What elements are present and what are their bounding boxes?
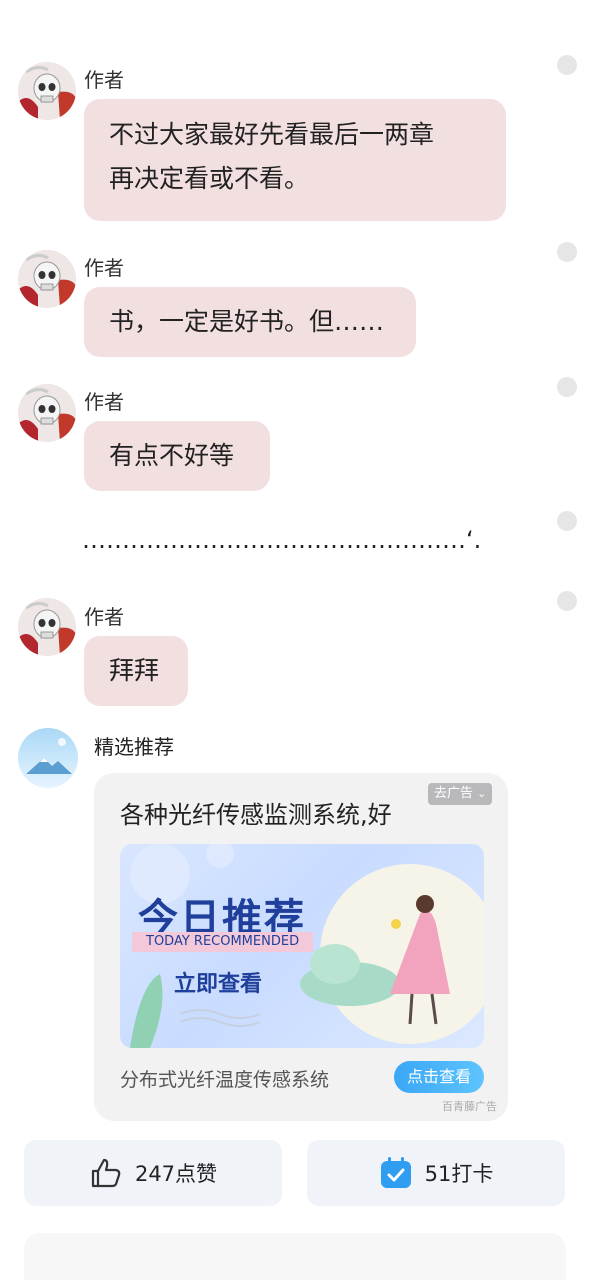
message-line: 再决定看或不看。 bbox=[109, 164, 310, 193]
chat-page: 作者 不过大家最好先看最后一两章 再决定看或不看。 作者 书，一定是好书。但…… bbox=[0, 0, 590, 1280]
ad-description: 分布式光纤温度传感系统 bbox=[120, 1069, 330, 1091]
author-avatar[interactable] bbox=[18, 250, 76, 308]
thumbs-up-icon bbox=[91, 1158, 121, 1188]
banner-subtitle: TODAY RECOMMENDED bbox=[132, 932, 314, 952]
chevron-down-icon: ⌄ bbox=[477, 787, 487, 800]
checkin-button[interactable]: 51打卡 bbox=[307, 1140, 565, 1206]
author-avatar[interactable] bbox=[18, 62, 76, 120]
remove-ad-button[interactable]: 去广告 ⌄ bbox=[428, 783, 493, 805]
message-line: 有点不好等 bbox=[109, 441, 235, 470]
ad-banner-image[interactable]: 今日推荐 TODAY RECOMMENDED 立即查看 bbox=[120, 844, 484, 1048]
message-bubble[interactable]: 不过大家最好先看最后一两章 再决定看或不看。 bbox=[84, 99, 506, 221]
recommend-title: 精选推荐 bbox=[94, 735, 174, 759]
recommend-avatar bbox=[18, 728, 78, 788]
ad-card[interactable]: 各种光纤传感监测系统,好 去广告 ⌄ 今日推荐 TODAY RECOMMENDE… bbox=[94, 773, 508, 1121]
author-avatar[interactable] bbox=[18, 384, 76, 442]
mountain-icon bbox=[26, 738, 72, 774]
message-bubble[interactable]: 有点不好等 bbox=[84, 421, 270, 491]
message-bubble[interactable]: 书，一定是好书。但…… bbox=[84, 287, 416, 357]
like-button[interactable]: 247点赞 bbox=[24, 1140, 282, 1206]
skull-avatar-icon bbox=[18, 384, 76, 442]
ad-source-label: 百青藤广告 bbox=[442, 1100, 497, 1113]
message-line: 书，一定是好书。但…… bbox=[109, 307, 385, 336]
like-count: 247点赞 bbox=[134, 1162, 218, 1186]
more-options-icon[interactable] bbox=[557, 591, 577, 611]
skull-avatar-icon bbox=[18, 62, 76, 120]
message-plain-text[interactable]: …………………………………………‘. bbox=[82, 526, 481, 554]
author-avatar[interactable] bbox=[18, 598, 76, 656]
more-options-icon[interactable] bbox=[557, 242, 577, 262]
calendar-check-icon bbox=[380, 1157, 411, 1188]
author-name: 作者 bbox=[84, 605, 124, 629]
more-options-icon[interactable] bbox=[557, 377, 577, 397]
message-bubble[interactable]: 拜拜 bbox=[84, 636, 188, 706]
checkin-count: 51打卡 bbox=[424, 1162, 494, 1186]
more-options-icon[interactable] bbox=[557, 55, 577, 75]
author-name: 作者 bbox=[84, 68, 124, 92]
banner-view-now: 立即查看 bbox=[174, 972, 263, 997]
author-name: 作者 bbox=[84, 390, 124, 414]
ad-headline[interactable]: 各种光纤传感监测系统,好 bbox=[120, 795, 392, 830]
skull-avatar-icon bbox=[18, 598, 76, 656]
message-line: 不过大家最好先看最后一两章 bbox=[109, 120, 435, 149]
more-options-icon[interactable] bbox=[557, 511, 577, 531]
skull-avatar-icon bbox=[18, 250, 76, 308]
ad-cta-button[interactable]: 点击查看 bbox=[394, 1061, 484, 1093]
author-name: 作者 bbox=[84, 256, 124, 280]
message-line: 拜拜 bbox=[109, 656, 160, 685]
bottom-card bbox=[24, 1233, 566, 1280]
remove-ad-label: 去广告 bbox=[434, 786, 474, 801]
